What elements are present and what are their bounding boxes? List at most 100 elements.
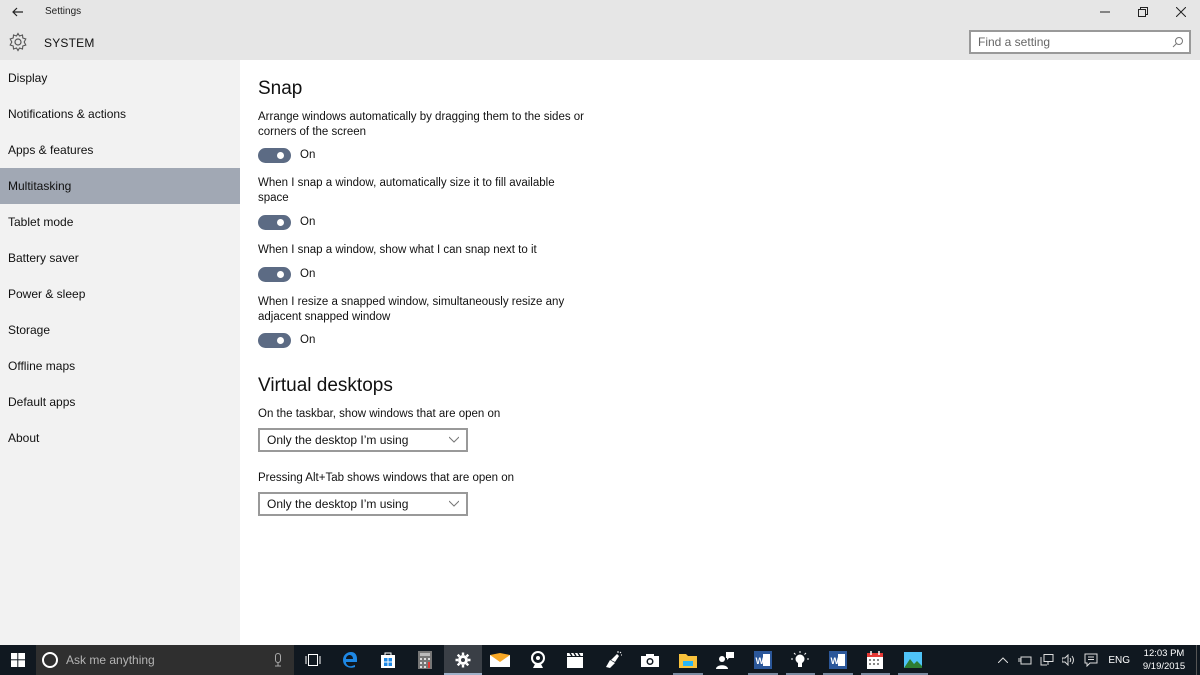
camera-button[interactable] (632, 645, 670, 675)
sidebar-item-offline-maps[interactable]: Offline maps (0, 348, 240, 384)
network-icon (1040, 654, 1054, 666)
sidebar-item-default-apps[interactable]: Default apps (0, 384, 240, 420)
sidebar-item-power-sleep[interactable]: Power & sleep (0, 276, 240, 312)
minimize-icon (1100, 11, 1110, 13)
sidebar-item-battery-saver[interactable]: Battery saver (0, 240, 240, 276)
windows-logo-icon (11, 653, 25, 667)
file-explorer-button[interactable] (669, 645, 707, 675)
chevron-up-icon (998, 657, 1009, 663)
sidebar-item-tablet-mode[interactable]: Tablet mode (0, 204, 240, 240)
minimize-button[interactable] (1086, 0, 1124, 24)
action-center-button[interactable] (1084, 653, 1098, 667)
photos-icon (903, 652, 922, 668)
tips-button[interactable] (782, 645, 820, 675)
snap-setting-label: When I resize a snapped window, simultan… (258, 296, 565, 323)
toggle-state-label: On (300, 149, 316, 161)
speaker-icon (1062, 654, 1075, 666)
sidebar-item-label: Offline maps (8, 359, 76, 373)
back-button[interactable] (6, 2, 30, 22)
taskbar: Ask me anything W W ENG 12:03 PM 9/19/20… (0, 645, 1200, 675)
task-view-button[interactable] (294, 645, 332, 675)
calendar-icon (867, 651, 884, 669)
webcam-button[interactable] (519, 645, 557, 675)
store-button[interactable] (369, 645, 407, 675)
calculator-button[interactable] (407, 645, 445, 675)
svg-text:W: W (755, 656, 764, 666)
settings-window: Settings SYSTEM Display Notifications & … (0, 0, 1200, 645)
settings-app-button[interactable] (444, 645, 482, 675)
cortana-placeholder: Ask me anything (66, 653, 155, 667)
clock-date: 9/19/2015 (1142, 661, 1186, 672)
movies-tv-button[interactable] (557, 645, 595, 675)
sidebar-item-label: Display (8, 71, 48, 85)
close-icon (1176, 7, 1186, 17)
people-button[interactable] (707, 645, 745, 675)
sidebar-item-label: Battery saver (8, 251, 79, 265)
taskbar-windows-dropdown[interactable]: Only the desktop I’m using (258, 428, 468, 452)
resize-adjacent-toggle[interactable] (258, 332, 291, 348)
toggle-knob (277, 336, 284, 344)
word-2-button[interactable]: W (819, 645, 857, 675)
start-button[interactable] (0, 645, 36, 675)
snap-setting-label: When I snap a window, automatically size… (258, 177, 555, 204)
edge-button[interactable] (332, 645, 370, 675)
find-setting-search[interactable] (969, 30, 1191, 54)
sidebar-item-about[interactable]: About (0, 420, 240, 456)
store-icon (380, 652, 395, 668)
paint-brush-icon (605, 651, 622, 668)
clock-time: 12:03 PM (1143, 648, 1185, 659)
paint-button[interactable] (594, 645, 632, 675)
sidebar-item-apps-features[interactable]: Apps & features (0, 132, 240, 168)
snap-assist-toggle[interactable] (258, 266, 291, 282)
snap-setting-toggle-row: On (258, 265, 858, 283)
snap-heading: Snap (258, 78, 303, 99)
sidebar-item-display[interactable]: Display (0, 60, 240, 96)
snap-setting-toggle-row: On (258, 146, 858, 164)
cortana-search-box[interactable]: Ask me anything (36, 645, 294, 675)
volume-tray-button[interactable] (1062, 653, 1076, 667)
close-button[interactable] (1162, 0, 1200, 24)
word-button[interactable]: W (744, 645, 782, 675)
chevron-down-icon (449, 436, 459, 443)
cortana-icon (42, 652, 58, 668)
sidebar-item-label: Tablet mode (8, 215, 74, 229)
taskbar-apps: W W (294, 645, 932, 675)
alt-tab-windows-dropdown[interactable]: Only the desktop I’m using (258, 492, 468, 516)
calendar-button[interactable] (857, 645, 895, 675)
calculator-icon (418, 651, 433, 669)
power-tray-button[interactable] (1018, 653, 1032, 667)
battery-plug-icon (1018, 656, 1032, 665)
virtual-desktops-heading: Virtual desktops (258, 375, 393, 396)
microphone-icon[interactable] (274, 653, 282, 667)
auto-size-toggle[interactable] (258, 214, 291, 230)
photos-button[interactable] (894, 645, 932, 675)
search-icon[interactable] (1172, 36, 1184, 48)
toggle-state-label: On (300, 216, 316, 228)
mail-button[interactable] (482, 645, 520, 675)
chevron-down-icon (449, 500, 459, 507)
sidebar-item-multitasking[interactable]: Multitasking (0, 168, 240, 204)
sidebar-item-notifications[interactable]: Notifications & actions (0, 96, 240, 132)
mail-icon (490, 653, 511, 667)
app-title: Settings (45, 6, 82, 17)
input-language-indicator[interactable]: ENG (1108, 655, 1130, 666)
sidebar-item-label: Power & sleep (8, 287, 86, 301)
search-input[interactable] (978, 35, 1168, 49)
show-hidden-icons-button[interactable] (996, 653, 1010, 667)
sidebar-item-label: Storage (8, 323, 51, 337)
show-desktop-button[interactable] (1196, 645, 1200, 675)
snap-setting-label: When I snap a window, show what I can sn… (258, 244, 537, 256)
network-tray-button[interactable] (1040, 653, 1054, 667)
people-icon (716, 652, 735, 669)
toggle-state-label: On (300, 268, 316, 280)
restore-button[interactable] (1124, 0, 1162, 24)
sidebar-item-label: Default apps (8, 395, 76, 409)
arrange-windows-toggle[interactable] (258, 147, 291, 163)
toggle-knob (277, 270, 284, 278)
sidebar: Display Notifications & actions Apps & f… (0, 60, 240, 645)
snap-setting-toggle-row: On (258, 331, 858, 349)
sidebar-item-storage[interactable]: Storage (0, 312, 240, 348)
alt-tab-windows-label: Pressing Alt+Tab shows windows that are … (258, 472, 515, 484)
camera-icon (641, 654, 660, 667)
clock[interactable]: 12:03 PM 9/19/2015 (1138, 647, 1190, 673)
